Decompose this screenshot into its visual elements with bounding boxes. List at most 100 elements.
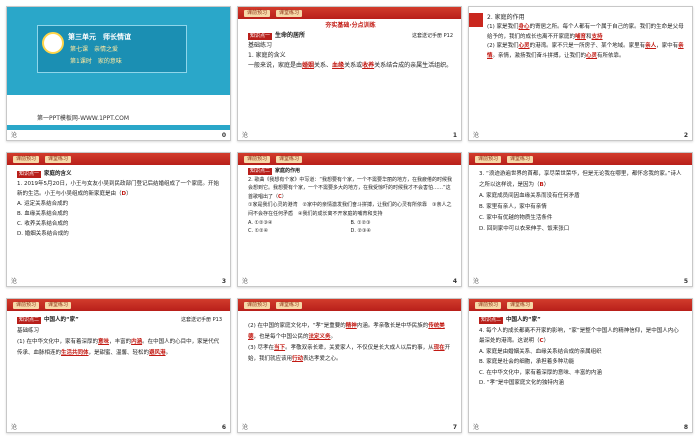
slide-footer-mark: 沧	[473, 278, 480, 285]
header-tab: 课前预习	[244, 156, 271, 163]
slide-thumbnail-5[interactable]: 课前预习 课堂练习 3. “浪迹游遍世界的首都，享尽荣世荣华，但是无论我在哪里，…	[468, 152, 693, 287]
slide-footer-mark: 沧	[242, 278, 249, 285]
slide-thumbnail-grid: 第三单元 师长情谊 第七课 亲情之爱 第1课时 家的意味 第一PPT模板网-WW…	[0, 0, 700, 438]
option-item: B. 家里有亲人，家中有亲情	[479, 204, 547, 210]
sub-heading: 基础练习	[17, 328, 40, 334]
option-item: C. 在中华文化中，家有着深厚的意味、丰富的内涵	[479, 369, 602, 376]
slide-number: 4	[452, 278, 457, 285]
sub-heading: 基础练习	[248, 42, 273, 49]
topic-title: 中国人的“家”	[44, 317, 79, 323]
question-text: ）	[543, 338, 550, 344]
option-item: B. 血缘关系结合成的	[17, 211, 69, 217]
answer-text: 心灵	[586, 52, 598, 59]
statement-list: ①家是我们心灵的港湾 ②家中的亲情激发我们奋斗拼搏，让我们的心灵有所依靠 ③亲人…	[248, 202, 452, 217]
question-text: 1. 2019年5月20日，小王与女友小吴到民政部门登记后结婚组成了一个家庭。开…	[17, 181, 219, 197]
body-text: ，也是每个中国公民的	[253, 334, 309, 340]
slide-header-bar: 课前预习 课堂练习	[7, 153, 230, 165]
template-url: 第一PPT模板网-WWW.1PPT.COM	[37, 115, 130, 122]
slide-number: 1	[452, 132, 457, 139]
answer-text: 支持	[591, 33, 603, 40]
option-item: A. 家庭成员间因血缘关系而没有任何矛盾	[479, 193, 580, 199]
answer-text: 生活共同体	[61, 350, 89, 356]
body-text: (1) 在中华文化中，家有着深厚的	[17, 339, 99, 345]
answer-text: 法定义务	[308, 334, 331, 340]
topic-title: 家庭的作用	[275, 168, 301, 174]
question-text: 3. “浪迹游遍世界的首都，享尽荣世荣华，但是无论我在哪里，都怀念我的家。”诗人…	[479, 171, 682, 188]
option-item: B. ①②③	[350, 219, 371, 226]
question-text: ）	[281, 193, 287, 200]
slide-thumbnail-4[interactable]: 课前预习 课堂练习 知识点二 家庭的作用 2. 歌曲《我想有个家》中写道：“我想要…	[237, 152, 462, 287]
option-item: B. 家庭是社会的细胞，承担着多种功能	[479, 359, 575, 365]
body-text: 一般来说，家庭是由	[248, 62, 303, 69]
slide-footer-mark: 沧	[11, 132, 18, 139]
body-text: 关系结合成的亲属生活组织。	[374, 62, 453, 69]
body-text: 表达孝爱之心。	[303, 356, 342, 362]
option-item: D. 婚姻关系结合成的	[17, 231, 69, 237]
unit-title: 第三单元 师长情谊	[68, 33, 131, 41]
answer-text: 内涵	[131, 339, 143, 345]
slide-number: 0	[221, 132, 226, 139]
slide-thumbnail-3[interactable]: 课前预习 课堂练习 知识点一 家庭的含义 1. 2019年5月20日，小王与女友小…	[6, 152, 231, 287]
slide-thumbnail-7[interactable]: 课前预习 课堂练习 (2) 在中国的家庭文化中，“孝”是重要的精神内涵。孝亲敬长…	[237, 298, 462, 433]
slide-number: 7	[452, 424, 457, 431]
body-text: ，是甜蜜、温馨、轻松的	[88, 350, 150, 356]
header-tab: 课前预习	[244, 302, 271, 309]
point-heading: 1. 家庭的含义	[248, 52, 286, 59]
option-item: C. ①②④	[248, 228, 269, 235]
topic-title: 中国人的“家”	[506, 317, 541, 323]
header-tab: 课堂练习	[276, 156, 303, 163]
answer-text: 现在	[433, 345, 445, 351]
body-text: 。亲情，激扬我们奋斗拼搏，让我们的	[492, 52, 587, 59]
slide-thumbnail-6[interactable]: 课前预习 课堂练习 知识点二 中国人的“家” 这套送记手册 P13 基础练习 (1)…	[6, 298, 231, 433]
header-tab: 课前预习	[475, 302, 502, 309]
header-tab: 课堂练习	[45, 156, 72, 163]
slide-thumbnail-0[interactable]: 第三单元 师长情谊 第七课 亲情之爱 第1课时 家的意味 第一PPT模板网-WW…	[6, 6, 231, 141]
body-text: 。	[330, 334, 337, 340]
question-text: 4. 每个人的成长都离不开家的影响，“家”是整个中国人的精神信仰，是中国人内心最…	[479, 327, 679, 345]
slide-footer-mark: 沧	[242, 424, 249, 431]
knowledge-badge: 知识点一	[17, 171, 42, 178]
slide-header-bar: 课前预习 课堂练习	[7, 299, 230, 311]
slide-header-bar: 课前预习 课堂练习	[238, 153, 461, 165]
period-title: 第1课时 家的意味	[70, 58, 122, 65]
slide-thumbnail-1[interactable]: 课前预习 课堂练习 夯实基础·分点训练 知识点一 生命的居所 这套送记手册 P12 …	[237, 6, 462, 141]
answer-text: 心灵	[518, 43, 530, 49]
logo-icon	[42, 32, 64, 54]
option-item: C. 家中有优越的物质生活条件	[479, 215, 553, 221]
knowledge-badge: 知识点二	[248, 168, 273, 175]
slide-footer-mark: 沧	[11, 424, 18, 431]
body-text: (1) 家是我们	[487, 24, 519, 30]
header-tab: 课堂练习	[507, 156, 534, 163]
option-item: A. 运定关系结合成的	[17, 201, 69, 207]
slide-header-bar: 课前预习 课堂练习	[238, 299, 461, 311]
header-tab: 课前预习	[244, 10, 271, 17]
answer-text: 精神	[345, 323, 357, 329]
slide-number: 3	[221, 278, 226, 285]
slide-number: 6	[221, 424, 226, 431]
body-text: (3) 尽孝在	[248, 345, 275, 351]
topic-title: 生命的居所	[275, 32, 306, 39]
answer-text: 收养	[362, 62, 375, 69]
accent-square	[469, 13, 483, 27]
topic-title: 家庭的含义	[44, 171, 72, 177]
option-item: A. 家庭是由婚姻关系、血缘关系结合成的亲属组织	[479, 348, 602, 355]
answer-text: 哺育	[575, 33, 587, 40]
answer-text: 行动	[292, 356, 304, 362]
body-text: 内涵。孝亲敬长是中华民族的	[356, 323, 429, 329]
body-text: 。	[165, 350, 172, 356]
body-text: (2) 在中国的家庭文化中，“孝”是重要的	[248, 323, 346, 329]
title-box: 第三单元 师长情谊 第七课 亲情之爱 第1课时 家的意味	[37, 25, 187, 73]
answer-text: 身心	[518, 24, 530, 30]
body-text: 关系或	[344, 62, 363, 69]
header-tab: 课堂练习	[507, 302, 534, 309]
answer-text: 血缘	[332, 62, 345, 69]
header-tab: 课堂练习	[276, 10, 303, 17]
option-item: C. 收养关系结合成的	[17, 221, 69, 227]
slide-footer-mark: 沧	[473, 132, 480, 139]
body-text: (2) 家是我们	[487, 43, 519, 49]
slide-footer-mark: 沧	[11, 278, 18, 285]
option-item: D. ②③④	[350, 228, 371, 235]
slide-thumbnail-2[interactable]: 2. 家庭的作用 (1) 家是我们身心的寄居之所。每个人都有一个属于自己的家。我…	[468, 6, 693, 141]
slide-thumbnail-8[interactable]: 课前预习 课堂练习 知识点二 中国人的“家” 4. 每个人的成长都离不开家的影响，…	[468, 298, 693, 433]
slide-number: 5	[683, 278, 688, 285]
